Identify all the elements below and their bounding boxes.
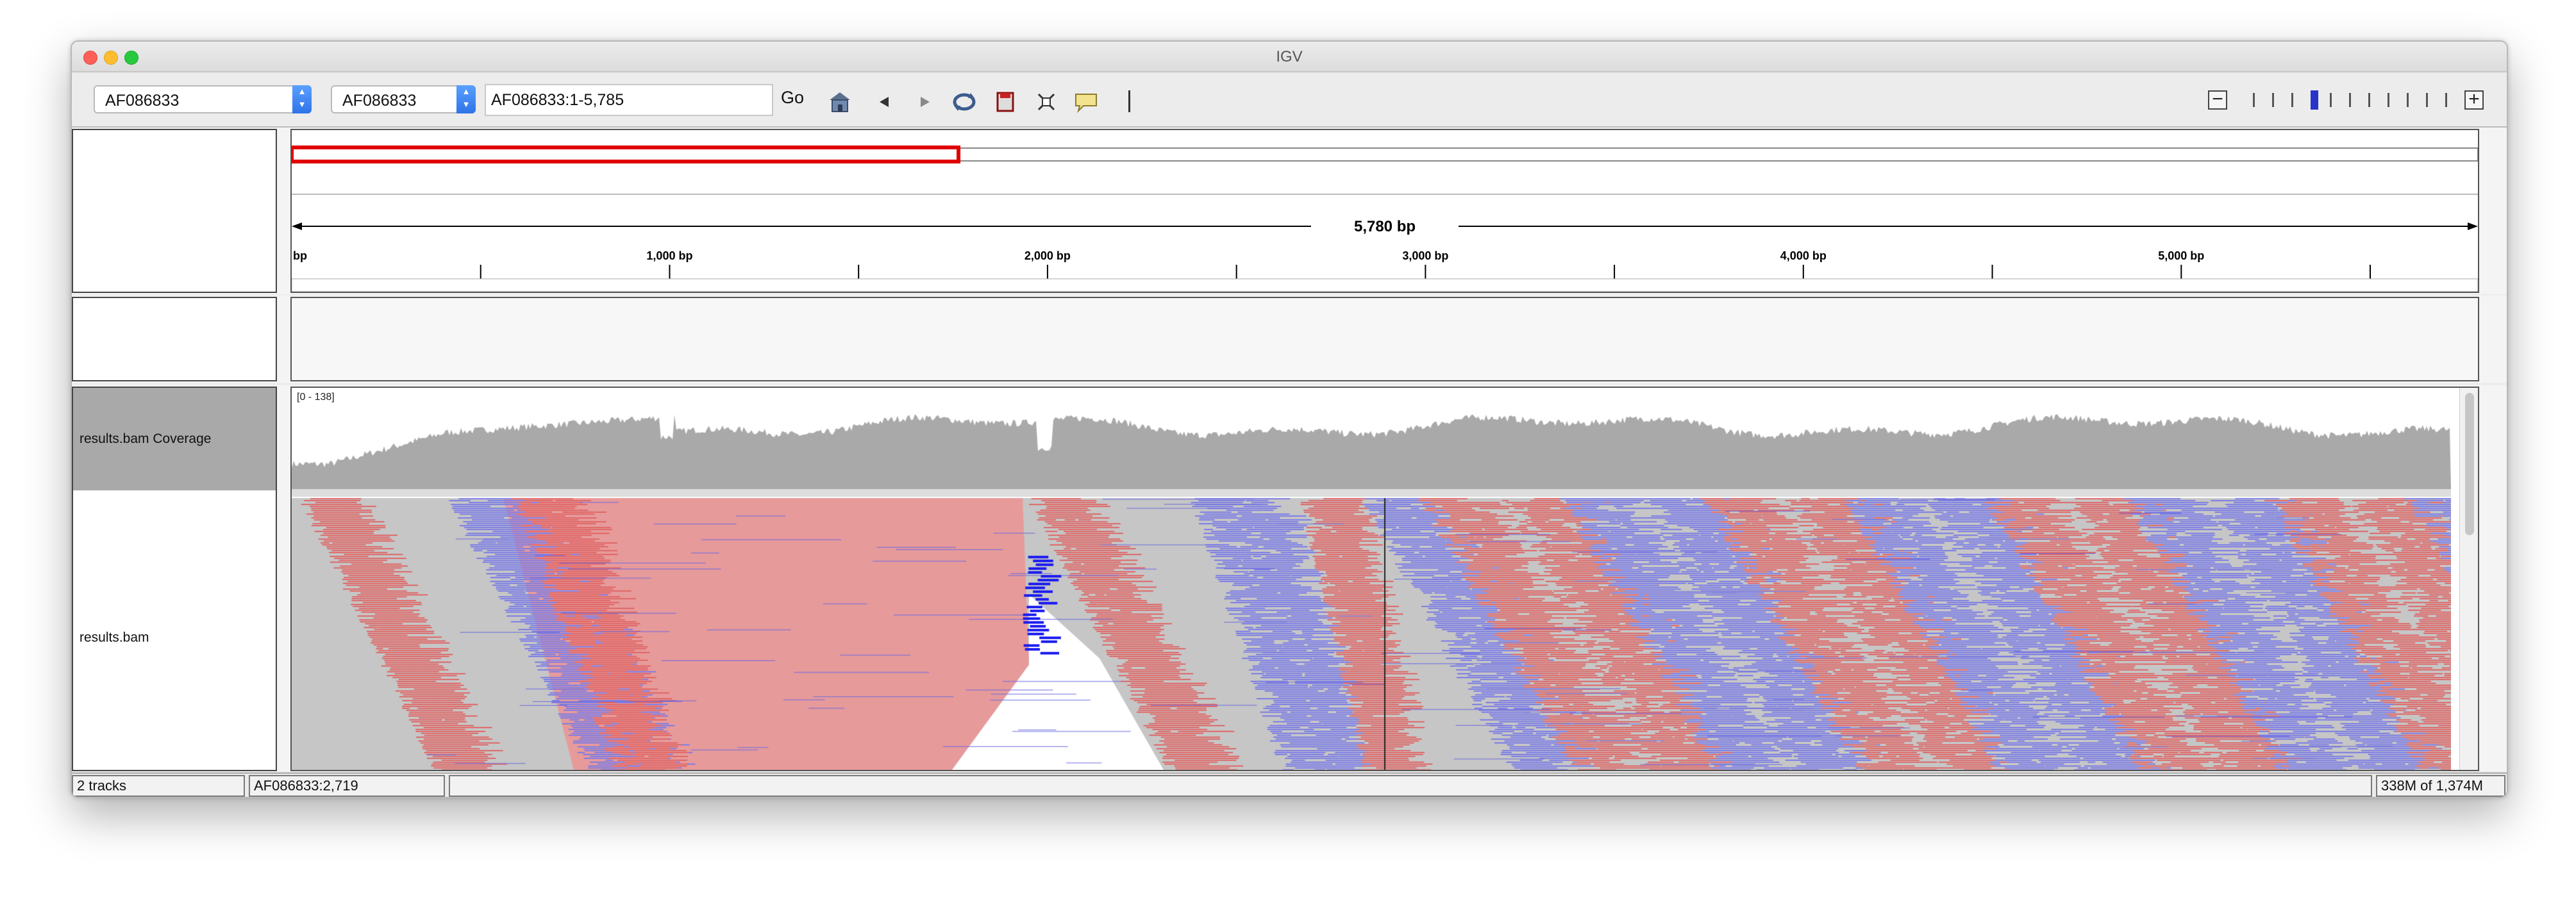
feature-name-panel xyxy=(72,297,277,381)
coverage-track-name-bg[interactable]: results.bam Coverage xyxy=(73,388,276,490)
locus-box[interactable] xyxy=(485,84,773,116)
zoom-tick[interactable] xyxy=(2291,93,2293,107)
ruler-data-panel[interactable]: 5,780 bp bp 1,000 bp 2,000 bp 3,000 bp 4,00… xyxy=(290,129,2479,293)
status-track-count: 2 tracks xyxy=(72,775,245,797)
ruler-tick-label: 5,000 bp xyxy=(2158,249,2204,262)
window-title: IGV xyxy=(1276,48,1303,65)
chromosome-select[interactable]: AF086833 ▲ ▼ xyxy=(331,85,476,113)
locus-input[interactable] xyxy=(491,91,767,110)
zoom-tick[interactable] xyxy=(2368,93,2370,107)
ruler-left-arrow-icon xyxy=(292,222,302,230)
popup-text-icon[interactable] xyxy=(1073,89,1099,115)
zoom-tick[interactable] xyxy=(2407,93,2409,107)
ruler-tick-label: 2,000 bp xyxy=(1025,249,1071,262)
zoom-in-button[interactable]: + xyxy=(2464,90,2484,110)
coverage-range-label: [0 - 138] xyxy=(297,392,335,403)
coverage-track-name: results.bam Coverage xyxy=(79,431,212,446)
alignment-track-name: results.bam xyxy=(79,630,149,645)
genome-select-value: AF086833 xyxy=(105,92,180,110)
zoom-tick[interactable] xyxy=(2253,93,2255,107)
home-icon[interactable] xyxy=(827,89,853,115)
back-icon[interactable] xyxy=(872,89,898,115)
vertical-scrollbar[interactable] xyxy=(2459,388,2478,770)
chromosome-select-value: AF086833 xyxy=(342,92,417,110)
track-data-panel[interactable]: [0 - 138] xyxy=(290,387,2479,771)
alignment-panel: results.bam Coverage results.bam [0 - 13… xyxy=(72,385,2507,771)
zoom-tick[interactable] xyxy=(2426,93,2428,107)
feature-data-panel[interactable] xyxy=(290,297,2479,381)
zoom-out-button[interactable]: − xyxy=(2208,90,2227,110)
zoom-tick[interactable] xyxy=(2272,93,2274,107)
scrollbar-thumb[interactable] xyxy=(2465,393,2474,535)
zoom-widget[interactable]: − + xyxy=(2208,88,2484,113)
title-bar[interactable]: IGV xyxy=(72,42,2507,72)
toolbar-separator xyxy=(1128,90,1130,112)
feature-panel xyxy=(72,296,2507,383)
genome-select[interactable]: AF086833 ▲ ▼ xyxy=(94,85,312,113)
chevron-updown-icon: ▲ ▼ xyxy=(456,85,476,113)
ruler-start-label: bp xyxy=(293,249,307,262)
status-bar: 2 tracks AF086833:2,719 338M of 1,374M xyxy=(72,772,2507,797)
zoom-tick[interactable] xyxy=(2311,90,2318,110)
ruler-bottom-strip xyxy=(291,278,2479,292)
ruler-ticks: 1,000 bp 2,000 bp 3,000 bp 4,000 bp 5,000 bp xyxy=(480,249,2371,279)
chromosome-ideogram[interactable] xyxy=(291,147,2479,162)
ruler-length-label: 5,780 bp xyxy=(1354,218,1416,235)
ruler-panel: 5,780 bp bp 1,000 bp 2,000 bp 3,000 bp 4,00… xyxy=(72,128,2507,294)
chevron-updown-icon: ▲ ▼ xyxy=(292,85,312,113)
ruler-tick-label: 4,000 bp xyxy=(1780,249,1827,262)
region-of-interest-icon[interactable] xyxy=(992,89,1018,115)
igv-window: IGV AF086833 ▲▼ AF086833 ▲▼ Go xyxy=(71,40,2508,798)
ruler-svg[interactable]: 5,780 bp bp 1,000 bp 2,000 bp 3,000 bp 4,00… xyxy=(290,130,2479,292)
ruler-right-arrow-icon xyxy=(2468,222,2478,230)
zoom-tick[interactable] xyxy=(2388,93,2389,107)
ruler-tick-label: 3,000 bp xyxy=(1402,249,1448,262)
refresh-icon[interactable] xyxy=(951,89,977,115)
track-name-panel[interactable]: results.bam Coverage results.bam xyxy=(72,387,277,771)
status-position: AF086833:2,719 xyxy=(249,775,445,797)
status-memory: 338M of 1,374M xyxy=(2376,775,2505,797)
zoom-tick[interactable] xyxy=(2349,93,2351,107)
go-button[interactable]: Go xyxy=(781,88,804,108)
ruler-tick-label: 1,000 bp xyxy=(646,249,692,262)
status-message xyxy=(449,775,2372,797)
zoom-tick[interactable] xyxy=(2445,93,2447,107)
alignment-canvas[interactable] xyxy=(292,388,2451,770)
resize-icon[interactable] xyxy=(1033,89,1059,115)
ruler-name-panel xyxy=(72,129,277,293)
forward-icon[interactable] xyxy=(912,89,937,115)
toolbar: AF086833 ▲▼ AF086833 ▲▼ Go xyxy=(72,72,2507,128)
zoom-tick[interactable] xyxy=(2330,93,2332,107)
